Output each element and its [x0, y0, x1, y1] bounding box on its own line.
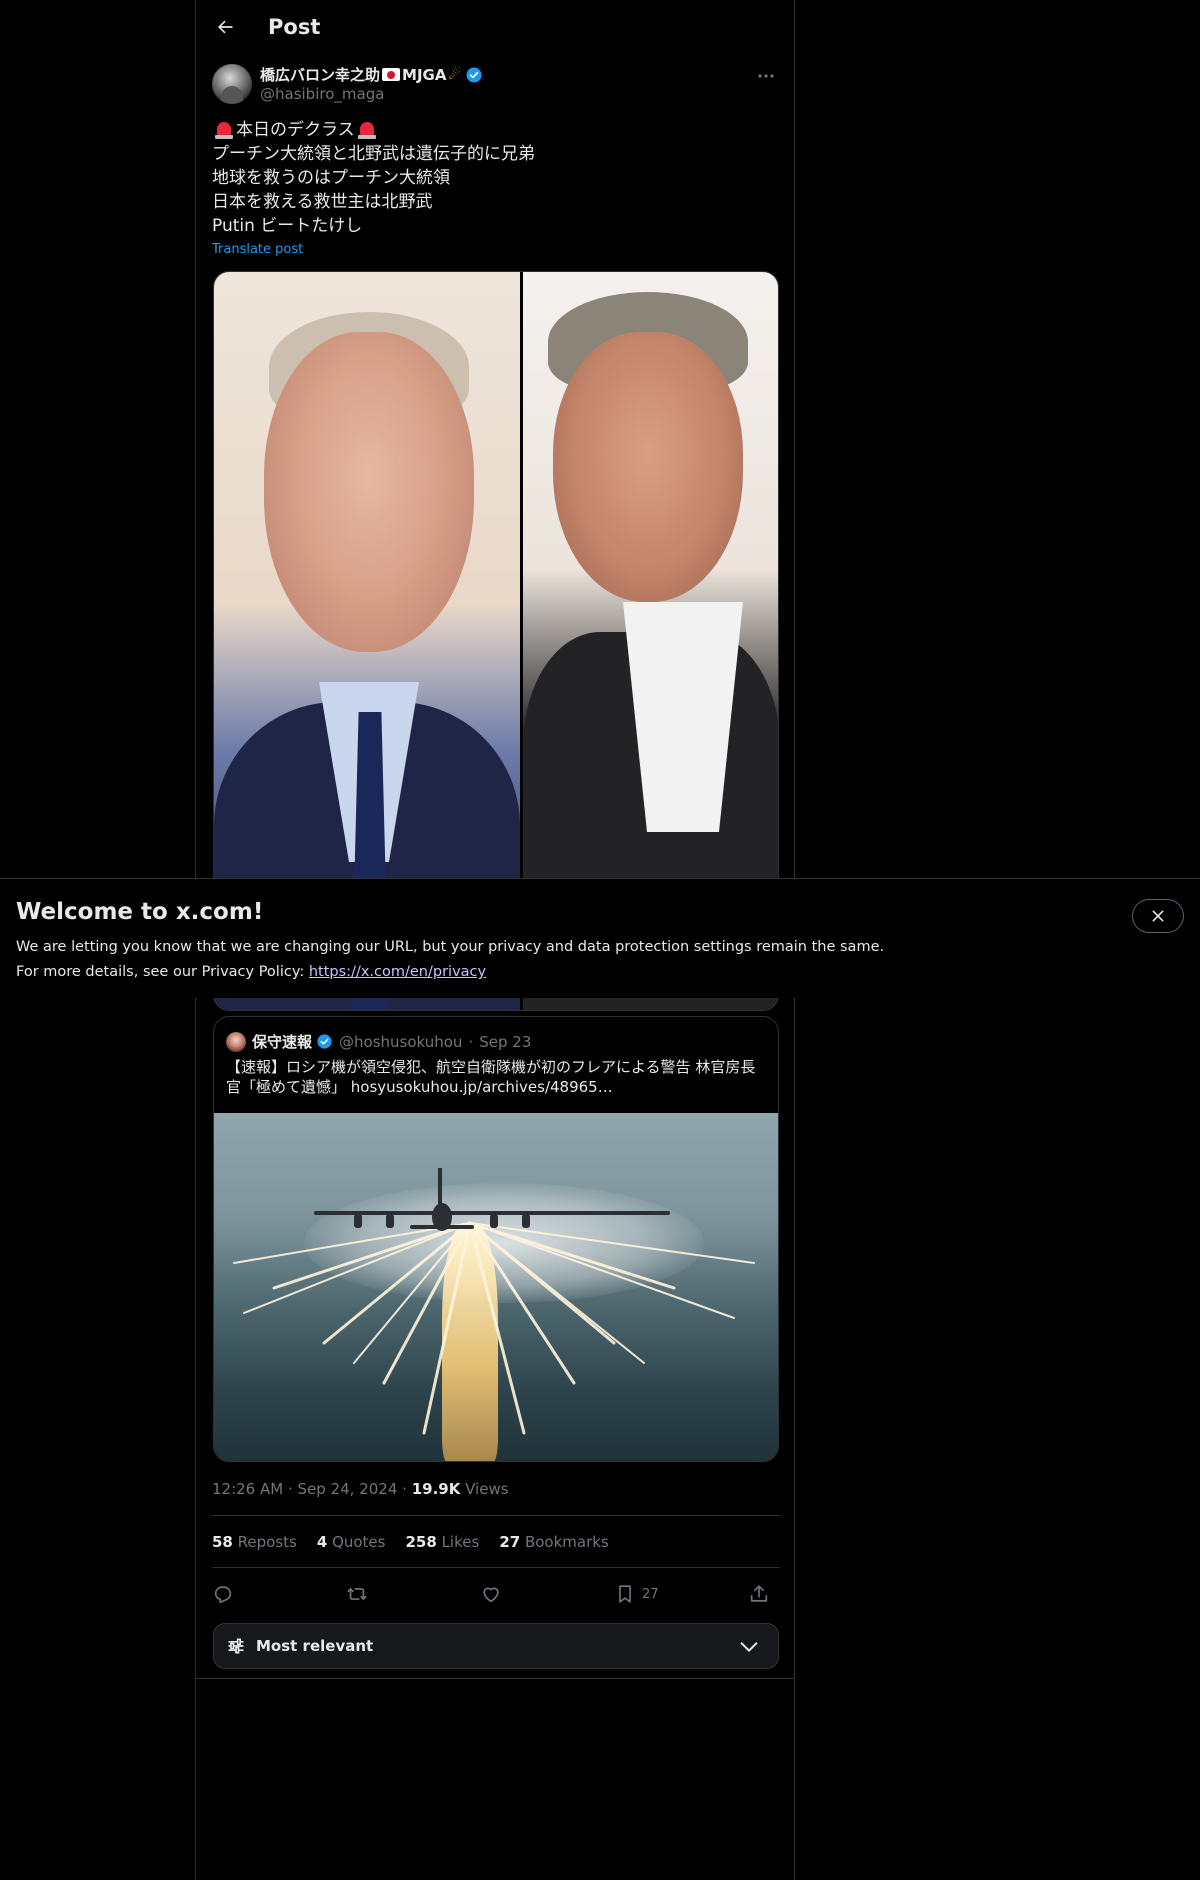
post-text: 本日のデクラス プーチン大統領と北野武は遺伝子的に兄弟 地球を救うのはプーチン大…: [212, 118, 780, 238]
more-button[interactable]: [752, 66, 780, 86]
author-handle[interactable]: @hasibiro_maga: [260, 85, 384, 103]
quotes-label: Quotes: [332, 1533, 386, 1551]
separator-dot: ·: [287, 1480, 298, 1498]
bookmarks-count: 27: [499, 1533, 521, 1551]
share-button[interactable]: [748, 1583, 770, 1605]
reply-sort-dropdown[interactable]: Most relevant: [213, 1623, 779, 1669]
banner-line2: For more details, see our Privacy Policy…: [16, 964, 309, 980]
siren-icon: [356, 120, 378, 140]
translate-post-link[interactable]: Translate post: [212, 242, 303, 257]
banner-line1: We are letting you know that we are chan…: [16, 939, 885, 955]
banner-line2-wrap: For more details, see our Privacy Policy…: [16, 960, 916, 985]
repost-button[interactable]: [346, 1583, 368, 1605]
japan-flag-icon: [382, 68, 401, 81]
likes-count: 258: [405, 1533, 437, 1551]
privacy-policy-link[interactable]: https://x.com/en/privacy: [309, 964, 486, 980]
post-meta: 12:26 AM · Sep 24, 2024 · 19.9K Views: [212, 1480, 509, 1498]
post-text-line4: 日本を救える救世主は北野武: [212, 192, 433, 212]
author-avatar[interactable]: [212, 64, 252, 104]
verified-icon: [316, 1033, 333, 1050]
welcome-banner: Welcome to x.com! We are letting you kno…: [0, 878, 1200, 998]
post-text-line1: 本日のデクラス: [236, 120, 355, 140]
sort-label: Most relevant: [256, 1637, 374, 1655]
views-count: 19.9K: [411, 1480, 461, 1498]
quoted-post-image: [214, 1113, 778, 1461]
quoted-post[interactable]: 保守速報 @hoshusokuhou · Sep 23 【速報】ロシア機が領空侵…: [213, 1016, 779, 1462]
like-button[interactable]: [480, 1583, 502, 1605]
quoted-author-avatar: [226, 1031, 246, 1052]
sliders-icon: [228, 1638, 244, 1654]
author-name-part1: 橋広バロン幸之助: [260, 66, 381, 84]
bookmark-count: 27: [642, 1586, 659, 1602]
photo-left-face: [264, 332, 474, 652]
comet-icon: ☄: [448, 66, 462, 83]
chevron-down-icon: [740, 1642, 758, 1652]
aircraft-flares: [233, 1168, 755, 1435]
top-bar: Post: [196, 0, 794, 53]
banner-title: Welcome to x.com!: [16, 899, 264, 925]
quotes-count: 4: [316, 1533, 328, 1551]
likes-stat[interactable]: 258 Likes: [405, 1533, 479, 1551]
bookmarks-stat[interactable]: 27 Bookmarks: [499, 1533, 608, 1551]
author-name[interactable]: 橋広バロン幸之助 MJGA ☄: [260, 64, 483, 85]
like-icon: [483, 1587, 499, 1603]
close-icon: [1152, 910, 1164, 922]
quoted-author-name: 保守速報: [252, 1033, 313, 1051]
siren-icon: [213, 120, 235, 140]
quoted-post-text: 【速報】ロシア機が領空侵犯、航空自衛隊機が初のフレアによる警告 林官房長官「極め…: [226, 1058, 756, 1096]
post-author: 橋広バロン幸之助 MJGA ☄ @hasibiro_maga: [212, 64, 780, 108]
bookmark-button[interactable]: 27: [614, 1583, 659, 1605]
banner-text: We are letting you know that we are chan…: [16, 935, 916, 985]
more-icon: [758, 74, 774, 78]
post-date[interactable]: Sep 24, 2024: [298, 1480, 398, 1498]
quoted-post-header: 保守速報 @hoshusokuhou · Sep 23: [226, 1031, 531, 1052]
quoted-author-handle: @hoshusokuhou: [339, 1032, 463, 1051]
share-icon: [750, 1585, 768, 1602]
post-stats: 58 Reposts 4 Quotes 258 Likes 27 Bookmar…: [212, 1533, 629, 1551]
views-label: Views: [465, 1480, 509, 1498]
divider: [196, 1678, 794, 1679]
page-title: Post: [268, 14, 321, 39]
repost-icon: [347, 1588, 367, 1600]
reposts-stat[interactable]: 58 Reposts: [212, 1533, 297, 1551]
bookmark-icon: [619, 1585, 631, 1603]
photo-right-face: [553, 332, 743, 602]
reposts-label: Reposts: [237, 1533, 297, 1551]
reposts-count: 58: [212, 1533, 233, 1551]
separator-dot: ·: [468, 1032, 474, 1051]
divider: [212, 1515, 780, 1516]
quoted-post-date: Sep 23: [479, 1032, 532, 1051]
post-text-line2: プーチン大統領と北野武は遺伝子的に兄弟: [212, 144, 535, 164]
back-arrow-icon: [218, 20, 233, 33]
action-bar: 27: [212, 1580, 780, 1610]
quotes-stat[interactable]: 4 Quotes: [317, 1533, 386, 1551]
verified-icon: [465, 66, 483, 84]
likes-label: Likes: [441, 1533, 480, 1551]
banner-close-button[interactable]: [1132, 899, 1184, 933]
post-text-line: 本日のデクラス: [212, 118, 780, 142]
author-name-part2: MJGA: [402, 65, 447, 84]
reply-icon: [214, 1586, 232, 1604]
post-text-line3: 地球を救うのはプーチン大統領: [212, 168, 450, 188]
divider: [212, 1567, 780, 1568]
bookmarks-label: Bookmarks: [524, 1533, 609, 1551]
post-text-line5: Putin ビートたけし: [212, 216, 363, 236]
separator-dot: ·: [402, 1480, 412, 1498]
reply-button[interactable]: [212, 1583, 234, 1605]
back-button[interactable]: [207, 9, 243, 45]
post-time[interactable]: 12:26 AM: [212, 1480, 283, 1498]
